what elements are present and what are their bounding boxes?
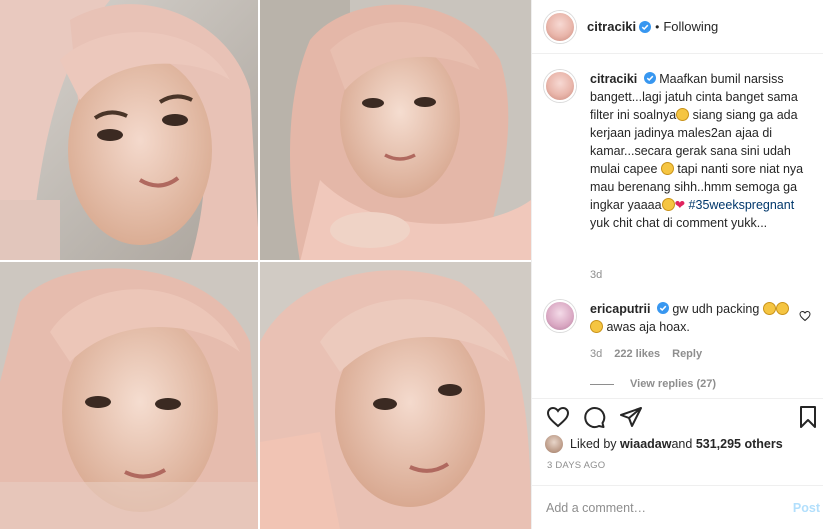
comment-text-part: gw udh packing: [672, 302, 763, 316]
persevere-emoji-icon: [775, 302, 789, 315]
following-button[interactable]: Following: [663, 19, 718, 34]
persevere-emoji-icon: [762, 302, 776, 315]
post-header: citraciki • Following: [532, 0, 823, 54]
like-heart-icon[interactable]: [546, 405, 570, 429]
comment-item: ericaputrii gw udh packing awas aja hoax…: [544, 300, 819, 336]
comment-bubble-icon[interactable]: [582, 405, 606, 429]
commenter-username[interactable]: ericaputrii: [590, 302, 650, 316]
reply-button[interactable]: Reply: [672, 348, 702, 360]
share-paper-plane-icon[interactable]: [619, 405, 643, 429]
author-username[interactable]: citraciki: [587, 19, 636, 34]
save-bookmark-icon[interactable]: [796, 405, 820, 429]
separator-dot: •: [655, 19, 660, 34]
likes-summary: Liked by wiaadaw and 531,295 others: [544, 434, 783, 454]
comment-text: ericaputrii gw udh packing awas aja hoax…: [590, 300, 790, 336]
comment-likes[interactable]: 222 likes: [614, 348, 660, 360]
persevere-emoji-icon: [590, 320, 603, 333]
likes-count[interactable]: 531,295 others: [696, 437, 783, 451]
post-photo-3[interactable]: [0, 262, 260, 529]
caption-text: citraciki Maafkan bumil narsiss bangett.…: [590, 70, 810, 232]
caption-username[interactable]: citraciki: [590, 72, 637, 86]
selfie-photo: [260, 262, 531, 529]
comment-input[interactable]: [546, 500, 776, 515]
grin-emoji-icon: [660, 162, 674, 175]
post-comment-button[interactable]: Post: [793, 501, 820, 515]
view-replies-button[interactable]: View replies (27): [590, 378, 716, 390]
liker-username[interactable]: wiaadaw: [620, 437, 671, 451]
caption-text-part: yuk chit chat di comment yukk...: [590, 216, 768, 230]
post-photo-1[interactable]: [0, 0, 260, 262]
comment-meta: 3d 222 likes Reply: [590, 348, 702, 360]
verified-icon: [643, 72, 656, 84]
comment-time[interactable]: 3d: [590, 348, 602, 360]
post-photo-2[interactable]: [260, 0, 531, 262]
post-photo-grid[interactable]: [0, 0, 531, 529]
selfie-photo: [0, 262, 258, 529]
selfie-photo: [260, 0, 531, 260]
post-photo-4[interactable]: [260, 262, 531, 529]
selfie-photo: [0, 0, 258, 260]
divider: [590, 383, 614, 385]
likes-and: and: [671, 437, 693, 451]
liked-by-prefix: Liked by: [570, 437, 617, 451]
action-bar: [532, 398, 823, 432]
liker-avatar[interactable]: [544, 434, 564, 454]
post-date[interactable]: 3 DAYS AGO: [547, 460, 605, 471]
post-detail-panel: citraciki • Following citraciki Maafkan …: [531, 0, 823, 529]
view-replies-label: View replies (27): [630, 378, 717, 390]
heart-emoji-icon: ❤: [674, 198, 686, 212]
author-avatar[interactable]: [544, 10, 576, 43]
verified-icon: [639, 20, 652, 33]
comment-like-icon[interactable]: [799, 310, 811, 322]
caption-avatar[interactable]: [544, 70, 576, 102]
caption-time[interactable]: 3d: [590, 269, 602, 281]
commenter-avatar[interactable]: [544, 300, 576, 332]
sweat-smile-emoji-icon: [676, 108, 690, 121]
caption: citraciki Maafkan bumil narsiss bangett.…: [544, 70, 814, 232]
grin-emoji-icon: [661, 198, 675, 211]
comment-text-part: awas aja hoax.: [603, 320, 690, 334]
hashtag-link[interactable]: #35weekspregnant: [689, 198, 795, 212]
add-comment-bar: Post: [532, 485, 823, 529]
verified-icon: [656, 302, 669, 314]
